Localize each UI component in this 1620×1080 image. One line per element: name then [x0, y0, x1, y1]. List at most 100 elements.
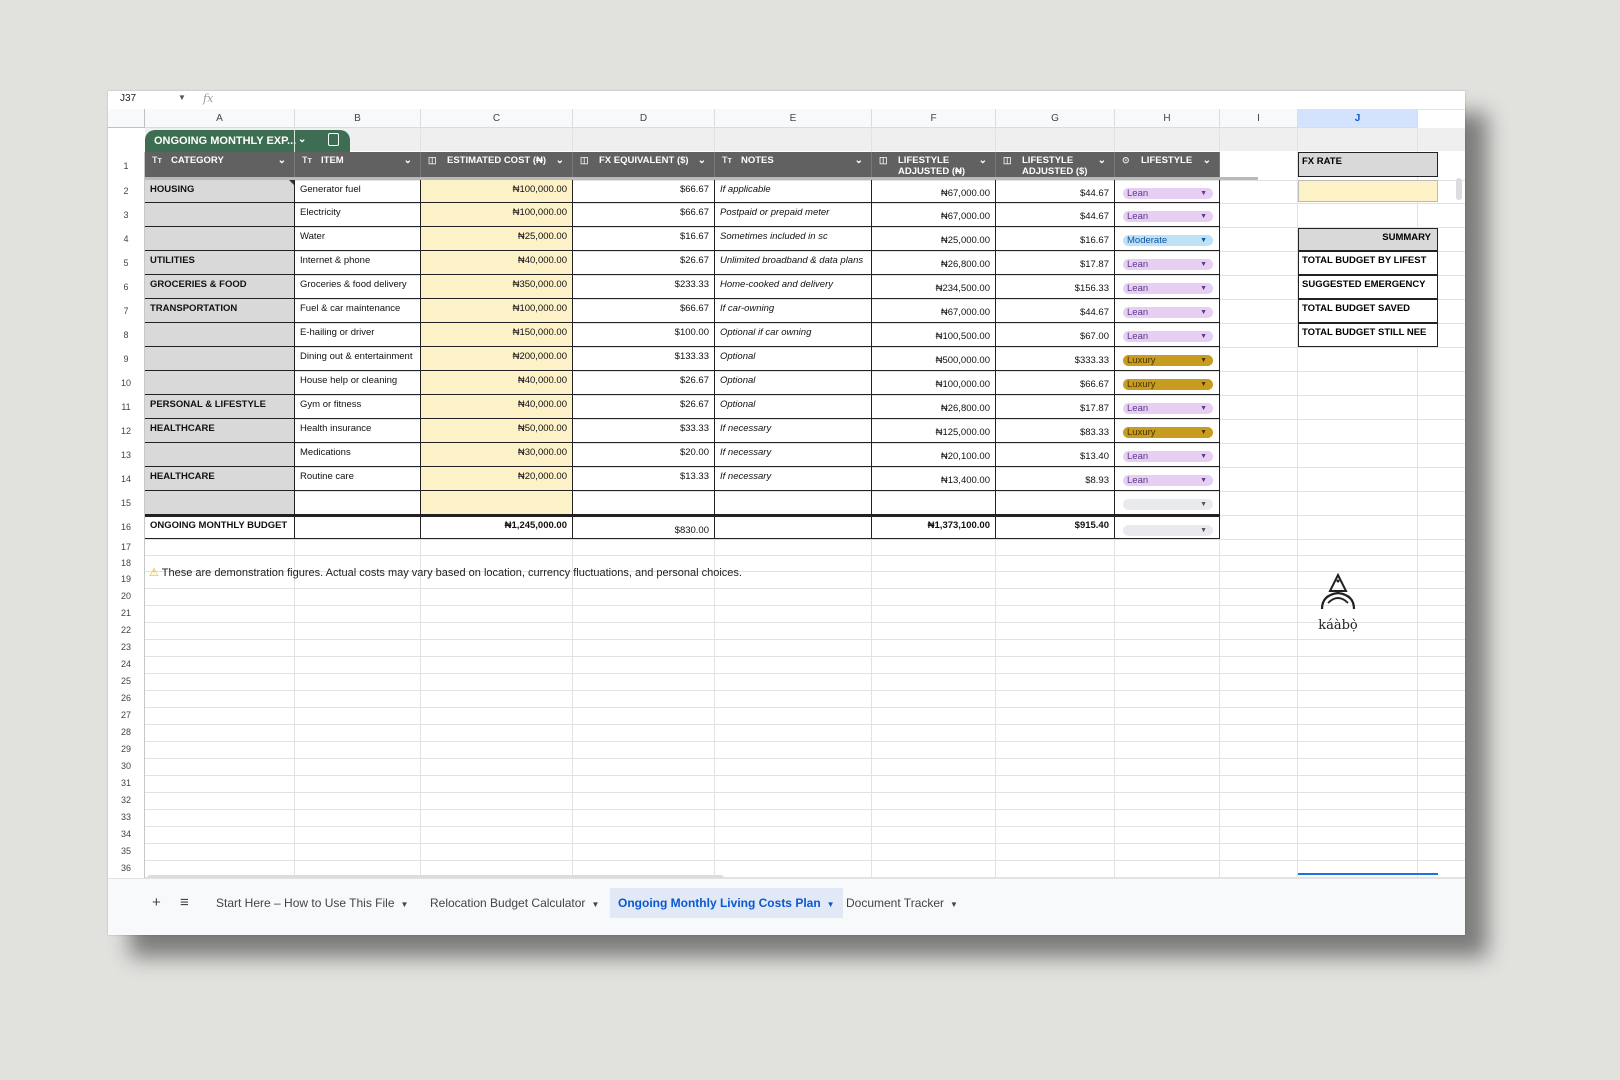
chevron-down-icon[interactable]: ⌄ [278, 155, 286, 166]
lifestyle-dropdown[interactable]: Lean ▼ [1123, 188, 1213, 199]
lifestyle-dropdown[interactable]: Lean ▼ [1123, 211, 1213, 222]
cell-category[interactable] [145, 347, 295, 371]
chevron-down-icon[interactable]: ▼ [950, 900, 958, 909]
select-all-corner[interactable] [108, 109, 145, 128]
cell-category[interactable] [145, 323, 295, 347]
cell-notes[interactable] [715, 491, 872, 515]
cell-lifestyle[interactable]: Lean ▼ [1115, 443, 1220, 467]
sheet-tab[interactable]: Document Tracker ▼ [838, 888, 966, 918]
row-header[interactable]: 24 [108, 656, 145, 673]
cell-fx[interactable]: $13.33 [573, 467, 715, 491]
cell-item[interactable]: Fuel & car maintenance [295, 299, 421, 323]
cell-adj_ngn[interactable]: ₦25,000.00 [872, 227, 996, 251]
table-header-cell[interactable]: ◫ ESTIMATED COST (₦) ⌄ [421, 152, 573, 177]
cell-fx[interactable]: $66.67 [573, 299, 715, 323]
column-header-b[interactable]: B [295, 109, 421, 128]
row-header[interactable]: 36 [108, 860, 145, 877]
cell-adj_usd[interactable]: $44.67 [996, 180, 1115, 203]
row-header[interactable]: 10 [108, 371, 145, 395]
column-header-e[interactable]: E [715, 109, 872, 128]
row-header[interactable]: 22 [108, 622, 145, 639]
cell-adj_usd[interactable]: $66.67 [996, 371, 1115, 395]
cell-item[interactable]: Internet & phone [295, 251, 421, 275]
cell-adj_ngn[interactable]: ₦100,500.00 [872, 323, 996, 347]
cell-category[interactable]: UTILITIES [145, 251, 295, 275]
cell-category[interactable]: TRANSPORTATION [145, 299, 295, 323]
column-header-c[interactable]: C [421, 109, 573, 128]
cell-item[interactable]: Water [295, 227, 421, 251]
cell-item[interactable] [295, 491, 421, 515]
cell-lifestyle[interactable]: ▼ [1115, 491, 1220, 515]
cell-cost[interactable]: ₦350,000.00 [421, 275, 573, 299]
cell-lifestyle[interactable]: Lean ▼ [1115, 275, 1220, 299]
sheet-tab[interactable]: Ongoing Monthly Living Costs Plan ▼ [610, 888, 843, 918]
cell-notes[interactable]: Optional if car owning [715, 323, 872, 347]
cell-cost[interactable]: ₦20,000.00 [421, 467, 573, 491]
row-header[interactable]: 2 [108, 180, 145, 203]
column-header-i[interactable]: I [1220, 109, 1298, 128]
row-header[interactable]: 14 [108, 467, 145, 491]
cell-adj_usd[interactable]: $17.87 [996, 395, 1115, 419]
cell-item[interactable]: House help or cleaning [295, 371, 421, 395]
cell-lifestyle[interactable]: Lean ▼ [1115, 203, 1220, 227]
cell-adj_ngn[interactable]: ₦500,000.00 [872, 347, 996, 371]
cell-notes[interactable]: If necessary [715, 467, 872, 491]
row-header[interactable]: 11 [108, 395, 145, 419]
cell-category[interactable]: GROCERIES & FOOD [145, 275, 295, 299]
row-header[interactable]: 29 [108, 741, 145, 758]
lifestyle-dropdown[interactable]: Luxury ▼ [1123, 427, 1213, 438]
cell-fx[interactable]: $133.33 [573, 347, 715, 371]
cell-fx[interactable] [573, 491, 715, 515]
row-header[interactable]: 15 [108, 491, 145, 515]
chevron-down-icon[interactable]: ▼ [1200, 259, 1207, 270]
lifestyle-dropdown[interactable]: Luxury ▼ [1123, 355, 1213, 366]
cell-notes[interactable]: If applicable [715, 180, 872, 203]
cell-adj_usd[interactable]: $16.67 [996, 227, 1115, 251]
chevron-down-icon[interactable]: ▼ [1200, 307, 1207, 318]
cell-fx[interactable]: $20.00 [573, 443, 715, 467]
cell-notes[interactable]: Optional [715, 395, 872, 419]
vertical-scrollbar[interactable] [1456, 178, 1462, 200]
total-lifestyle[interactable]: ▼ [1115, 515, 1220, 539]
chevron-down-icon[interactable]: ▼ [1200, 451, 1207, 462]
chevron-down-icon[interactable]: ▼ [1200, 475, 1207, 486]
cell-adj_ngn[interactable]: ₦100,000.00 [872, 371, 996, 395]
cell-adj_ngn[interactable]: ₦125,000.00 [872, 419, 996, 443]
cell-fx[interactable]: $33.33 [573, 419, 715, 443]
row-header[interactable]: 7 [108, 299, 145, 323]
chevron-down-icon[interactable]: ▼ [1200, 283, 1207, 294]
row-header[interactable]: 12 [108, 419, 145, 443]
cell-adj_usd[interactable]: $83.33 [996, 419, 1115, 443]
cell-notes[interactable]: Unlimited broadband & data plans [715, 251, 872, 275]
cell-category[interactable] [145, 491, 295, 515]
cell-cost[interactable]: ₦100,000.00 [421, 180, 573, 203]
row-header[interactable]: 6 [108, 275, 145, 299]
lifestyle-dropdown[interactable]: Lean ▼ [1123, 331, 1213, 342]
row-header[interactable]: 1 [108, 152, 145, 180]
cell-adj_usd[interactable] [996, 491, 1115, 515]
cell-adj_ngn[interactable]: ₦13,400.00 [872, 467, 996, 491]
table-header-cell[interactable]: Tт ITEM ⌄ [295, 152, 421, 177]
row-header[interactable]: 5 [108, 251, 145, 275]
chevron-down-icon[interactable]: ▼ [1200, 331, 1207, 342]
row-header[interactable]: 20 [108, 588, 145, 605]
cell-adj_ngn[interactable] [872, 491, 996, 515]
lifestyle-dropdown[interactable]: Lean ▼ [1123, 283, 1213, 294]
cell-adj_ngn[interactable]: ₦67,000.00 [872, 203, 996, 227]
cell-adj_ngn[interactable]: ₦26,800.00 [872, 251, 996, 275]
cell-fx[interactable]: $100.00 [573, 323, 715, 347]
cell-category[interactable]: HOUSING [145, 180, 295, 203]
cell-adj_usd[interactable]: $67.00 [996, 323, 1115, 347]
lifestyle-dropdown[interactable]: Lean ▼ [1123, 475, 1213, 486]
cell-cost[interactable]: ₦30,000.00 [421, 443, 573, 467]
cell-item[interactable]: Dining out & entertainment [295, 347, 421, 371]
cell-notes[interactable]: Sometimes included in sc [715, 227, 872, 251]
cell-cost[interactable]: ₦40,000.00 [421, 395, 573, 419]
cell-category[interactable] [145, 443, 295, 467]
cell-adj_usd[interactable]: $17.87 [996, 251, 1115, 275]
row-header[interactable]: 28 [108, 724, 145, 741]
cell-cost[interactable]: ₦40,000.00 [421, 371, 573, 395]
table-header-cell[interactable]: ⊙ LIFESTYLE ⌄ [1115, 152, 1220, 177]
cell-fx[interactable]: $66.67 [573, 180, 715, 203]
row-header[interactable]: 35 [108, 843, 145, 860]
